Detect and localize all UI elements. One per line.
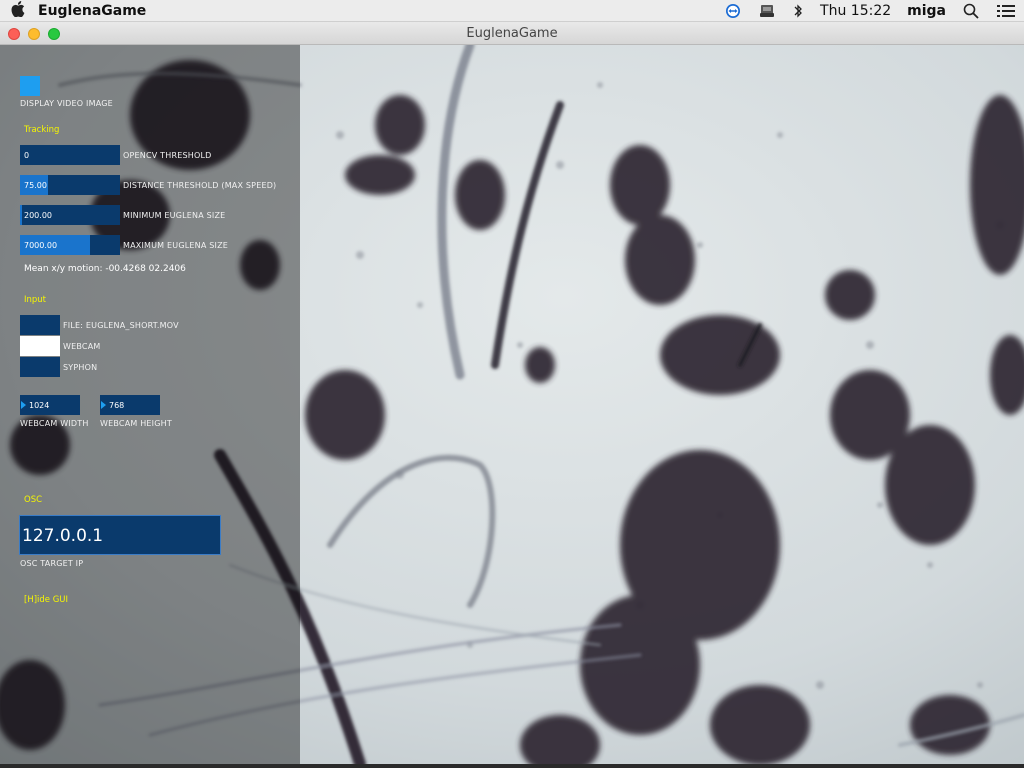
play-arrow-icon [21, 401, 26, 409]
window-title: EuglenaGame [466, 26, 558, 41]
bluetooth-icon[interactable] [793, 0, 803, 22]
menubar-clock[interactable]: Thu 15:22 [820, 3, 891, 19]
gui-panel: DISPLAY VIDEO IMAGE Tracking 0 OPENCV TH… [0, 45, 300, 764]
slider-fill [20, 205, 22, 225]
minimum-euglena-size-slider[interactable]: 200.00 [20, 205, 120, 225]
webcam-height-label: WEBCAM HEIGHT [100, 419, 172, 428]
input-syphon-radio[interactable] [20, 357, 60, 377]
hide-gui-hint[interactable]: [H]ide GUI [24, 595, 68, 605]
search-icon[interactable] [963, 0, 979, 22]
disk-icon[interactable] [759, 0, 775, 22]
webcam-height-value: 768 [109, 401, 125, 410]
display-video-toggle[interactable] [20, 76, 40, 96]
app-menu-name[interactable]: EuglenaGame [38, 3, 146, 19]
play-arrow-icon [101, 401, 106, 409]
input-syphon-label: SYPHON [63, 363, 98, 372]
osc-target-ip-label: OSC TARGET IP [20, 559, 84, 568]
maximum-euglena-size-label: MAXIMUM EUGLENA SIZE [123, 241, 229, 250]
distance-threshold-slider[interactable]: 75.00 [20, 175, 120, 195]
display-video-label: DISPLAY VIDEO IMAGE [20, 99, 113, 108]
webcam-width-value: 1024 [29, 401, 50, 410]
input-webcam-label: WEBCAM [63, 342, 101, 351]
osc-section-header: OSC [24, 495, 43, 505]
slider-value: 0 [24, 151, 30, 160]
minimum-euglena-size-label: MINIMUM EUGLENA SIZE [123, 211, 226, 220]
teamviewer-icon[interactable] [725, 0, 741, 22]
tracking-section-header: Tracking [24, 125, 60, 135]
list-icon[interactable] [997, 0, 1015, 22]
opencv-threshold-label: OPENCV THRESHOLD [123, 151, 212, 160]
opencv-threshold-slider[interactable]: 0 [20, 145, 120, 165]
mean-motion-readout: Mean x/y motion: -00.4268 02.2406 [24, 264, 186, 274]
slider-value: 75.00 [24, 181, 47, 190]
input-file-label: FILE: EUGLENA_SHORT.MOV [63, 321, 179, 330]
window-bottom-edge [0, 764, 1024, 768]
webcam-height-input[interactable]: 768 [100, 395, 160, 415]
webcam-width-input[interactable]: 1024 [20, 395, 80, 415]
maximum-euglena-size-slider[interactable]: 7000.00 [20, 235, 120, 255]
slider-value: 7000.00 [24, 241, 58, 250]
window-titlebar[interactable]: EuglenaGame [0, 22, 1024, 45]
input-section-header: Input [24, 295, 47, 305]
webcam-width-label: WEBCAM WIDTH [20, 419, 89, 428]
input-webcam-radio[interactable] [20, 336, 60, 356]
slider-value: 200.00 [24, 211, 52, 220]
apple-icon[interactable] [0, 0, 36, 21]
osc-target-ip-input[interactable]: 127.0.0.1 [19, 515, 221, 555]
menubar-user[interactable]: miga [907, 3, 946, 19]
menu-bar: EuglenaGame Thu 15:22 miga [0, 0, 1024, 22]
distance-threshold-label: DISTANCE THRESHOLD (MAX SPEED) [123, 181, 277, 190]
osc-target-ip-value: 127.0.0.1 [22, 526, 104, 546]
input-file-radio[interactable] [20, 315, 60, 335]
